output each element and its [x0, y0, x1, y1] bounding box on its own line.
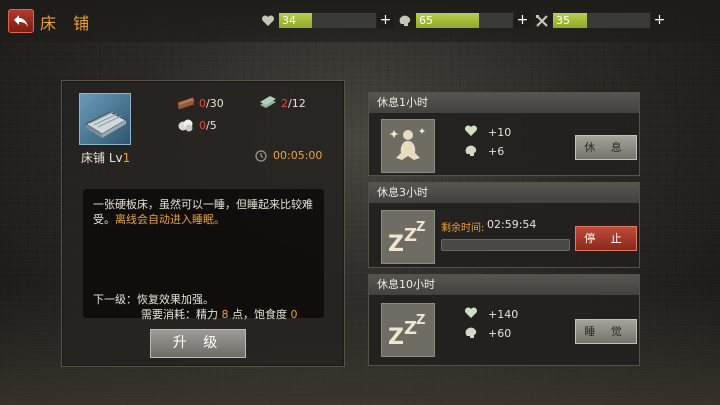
rest-gain-health-value: +140 — [488, 307, 519, 321]
rest-option-1h: 休息1小时 +10 +6 休 息 — [368, 92, 640, 176]
upgrade-timer: 00:05:00 — [255, 149, 322, 162]
rest-option-10h: 休息10小时 Z Z Z +140 +60 睡 觉 — [368, 274, 640, 366]
cost-prefix: 需要消耗：精力 — [141, 308, 222, 321]
meditation-icon — [389, 128, 425, 160]
mind-bar: 65 — [415, 12, 514, 29]
health-stat: 34 + — [258, 12, 394, 29]
resource-cloth: 0/5 — [177, 118, 217, 132]
cost-mid: 点，饱食度 — [228, 308, 291, 321]
rest-gain-mind-value: +60 — [488, 326, 512, 340]
rest-gain-health: +10 — [464, 125, 511, 139]
sleep-zzz-icon: Z Z Z — [388, 313, 425, 350]
metal-sheets-icon — [259, 96, 277, 110]
bed-info-panel: 床铺 Lv1 0/30 2/12 0/5 00:05:00 一张硬板床，虽然可以… — [61, 80, 345, 367]
heart-icon — [464, 125, 480, 139]
sleep-zzz-icon: Z Z Z — [388, 220, 425, 257]
svg-text:Z: Z — [388, 325, 404, 350]
top-bar: 床 铺 34 + 65 + 35 + — [0, 0, 720, 42]
resource-wood-total: /30 — [206, 96, 224, 110]
sleep-button[interactable]: 睡 觉 — [575, 319, 637, 344]
brain-icon — [464, 326, 480, 340]
energy-plus-button[interactable]: + — [651, 12, 668, 29]
resource-cloth-current: 0 — [199, 118, 206, 132]
health-plus-button[interactable]: + — [377, 12, 394, 29]
health-value: 34 — [282, 14, 296, 27]
resource-metal: 2/12 — [259, 96, 306, 110]
remaining-time: 02:59:54 — [487, 218, 537, 231]
rest-gain-mind-value: +6 — [488, 144, 505, 158]
rest-option-image: Z Z Z — [381, 210, 435, 264]
brain-icon — [395, 12, 415, 29]
crossed-tools-icon — [532, 12, 552, 29]
back-arrow-icon — [14, 15, 28, 27]
svg-text:Z: Z — [388, 232, 404, 257]
cloth-icon — [177, 118, 195, 132]
energy-value: 35 — [556, 14, 570, 27]
bed-level: 1 — [122, 151, 131, 165]
rest-option-3h: 休息3小时 Z Z Z 剩余时间: 02:59:54 停 止 — [368, 182, 640, 268]
upgrade-timer-value: 00:05:00 — [273, 149, 323, 162]
stop-rest-button[interactable]: 停 止 — [575, 226, 637, 251]
rest-gain-mind: +6 — [464, 144, 504, 158]
svg-text:Z: Z — [416, 220, 425, 235]
page-title: 床 铺 — [40, 14, 96, 33]
resource-wood: 0/30 — [177, 96, 224, 110]
next-level-text: 下一级：恢复效果加强。 — [93, 293, 214, 306]
rest-progress-bar — [441, 239, 570, 251]
rest-gain-mind: +60 — [464, 326, 511, 340]
resource-cloth-total: /5 — [206, 118, 217, 132]
rest-gain-health: +140 — [464, 307, 518, 321]
resource-metal-total: /12 — [288, 96, 306, 110]
rest-option-image: Z Z Z — [381, 303, 435, 357]
back-button[interactable] — [8, 9, 34, 33]
health-bar: 34 — [278, 12, 377, 29]
mind-plus-button[interactable]: + — [514, 12, 531, 29]
wood-planks-icon — [177, 96, 195, 110]
description-highlight: 离线会自动进入睡眠。 — [115, 213, 225, 226]
upgrade-button[interactable]: 升 级 — [150, 329, 246, 358]
bed-name: 床铺 Lv1 — [81, 149, 130, 166]
mind-value: 65 — [419, 14, 433, 27]
heart-icon — [258, 12, 278, 29]
energy-bar: 35 — [552, 12, 651, 29]
mind-stat: 65 + — [395, 12, 531, 29]
svg-text:Z: Z — [416, 313, 425, 328]
rest-option-title: 休息3小时 — [369, 183, 639, 203]
resource-wood-current: 0 — [199, 96, 206, 110]
description-box: 一张硬板床，虽然可以一睡，但睡起来比较难受。离线会自动进入睡眠。 下一级：恢复效… — [83, 189, 324, 321]
resource-metal-current: 2 — [281, 96, 288, 110]
rest-option-title: 休息10小时 — [369, 275, 639, 295]
clock-icon — [255, 149, 267, 162]
remaining-label: 剩余时间: — [441, 223, 485, 234]
cost-energy: 8 — [221, 308, 229, 321]
cost-food: 0 — [290, 308, 298, 321]
heart-icon — [464, 307, 480, 321]
rest-option-title: 休息1小时 — [369, 93, 639, 113]
rest-option-image — [381, 119, 435, 173]
bed-image — [79, 93, 131, 145]
brain-icon — [464, 144, 480, 158]
bed-name-label: 床铺 Lv — [81, 151, 123, 165]
energy-stat: 35 + — [532, 12, 668, 29]
rest-gain-health-value: +10 — [488, 125, 512, 139]
bed-icon — [84, 111, 128, 138]
upgrade-cost: 需要消耗：精力 8 点，饱食度 0 — [141, 307, 298, 322]
rest-1h-button[interactable]: 休 息 — [575, 135, 637, 160]
